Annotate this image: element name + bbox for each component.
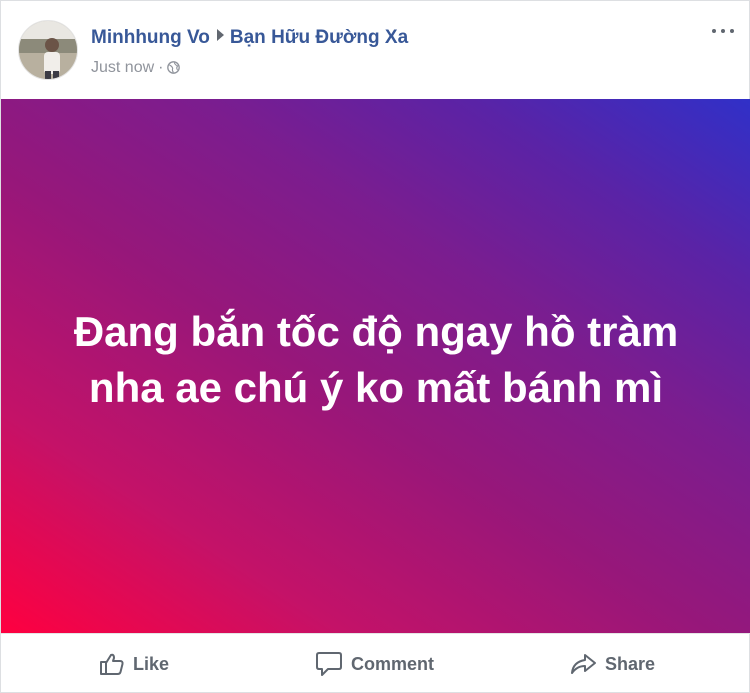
shared-to-arrow-icon bbox=[216, 29, 224, 41]
more-options-icon[interactable] bbox=[711, 21, 737, 41]
post-author-line: Minhhung Vo Bạn Hữu Đường Xa bbox=[91, 27, 408, 49]
thumbs-up-icon bbox=[99, 652, 125, 676]
timestamp-link[interactable]: Just now bbox=[91, 59, 154, 76]
like-button[interactable]: Like bbox=[99, 650, 169, 678]
post-meta: Just now · bbox=[91, 59, 181, 79]
meta-separator: · bbox=[158, 59, 164, 76]
author-name-link[interactable]: Minhhung Vo bbox=[91, 27, 210, 48]
share-label: Share bbox=[605, 653, 656, 674]
comment-button[interactable]: Comment bbox=[315, 650, 434, 678]
post-action-bar: Like Comment Share bbox=[1, 633, 750, 693]
group-name-link[interactable]: Bạn Hữu Đường Xa bbox=[230, 27, 408, 48]
post-header: Minhhung Vo Bạn Hữu Đường Xa Just now · bbox=[1, 1, 750, 99]
comment-bubble-icon bbox=[315, 651, 343, 677]
status-text: Đang bắn tốc độ ngay hồ tràm nha ae chú … bbox=[73, 308, 679, 411]
globe-icon[interactable] bbox=[167, 61, 181, 79]
status-background-card: Đang bắn tốc độ ngay hồ tràm nha ae chú … bbox=[1, 99, 750, 633]
comment-label: Comment bbox=[351, 653, 435, 674]
share-arrow-icon bbox=[569, 652, 597, 676]
like-label: Like bbox=[133, 653, 170, 674]
avatar[interactable] bbox=[18, 20, 78, 80]
post-card: Minhhung Vo Bạn Hữu Đường Xa Just now · Đa… bbox=[0, 0, 750, 693]
share-button[interactable]: Share bbox=[569, 650, 655, 678]
